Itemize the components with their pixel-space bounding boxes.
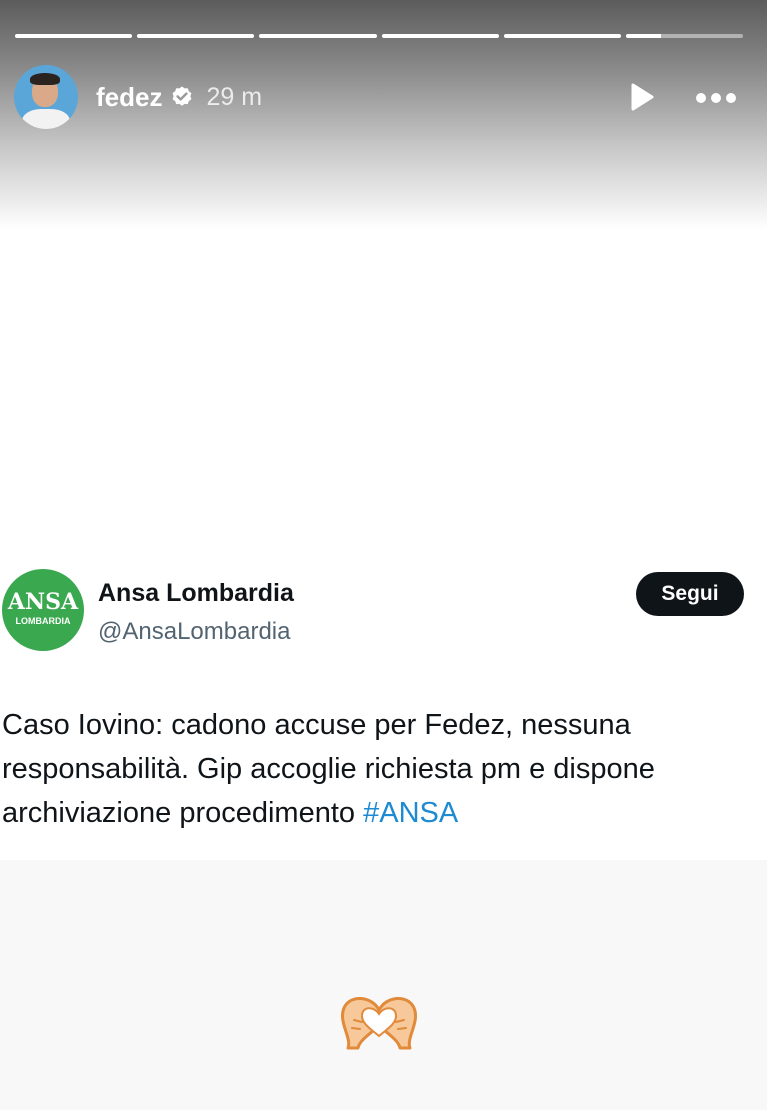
hashtag-link[interactable]: #ANSA <box>363 797 458 829</box>
tweet-text-line: responsabilità. Gip accoglie richiesta p… <box>2 753 655 785</box>
progress-segment-fill <box>381 34 499 38</box>
progress-segment-fill <box>625 34 661 38</box>
progress-segment <box>259 34 377 38</box>
story-background-bottom <box>0 860 767 1110</box>
progress-segment-fill <box>503 34 621 38</box>
tweet-card[interactable]: ANSA LOMBARDIA Ansa Lombardia @AnsaLomba… <box>0 545 767 855</box>
story-viewer[interactable]: fedez 29 m ANSA LOMBARDIA Ansa Lombardia… <box>0 0 767 1110</box>
story-header: fedez 29 m <box>14 64 767 130</box>
progress-segment <box>503 34 621 38</box>
follow-button[interactable]: Segui <box>636 572 744 616</box>
logo-text: ANSA <box>7 589 79 615</box>
progress-segment <box>137 34 255 38</box>
progress-segment <box>15 34 133 38</box>
progress-segment-fill <box>15 34 133 38</box>
tweet-text-line: archiviazione procedimento #ANSA <box>2 791 762 835</box>
more-options-icon[interactable] <box>694 88 738 108</box>
progress-segment <box>625 34 744 38</box>
progress-segment-fill <box>259 34 377 38</box>
username[interactable]: fedez <box>96 82 162 113</box>
account-handle[interactable]: @AnsaLombardia <box>98 618 290 646</box>
progress-segment <box>381 34 499 38</box>
tweet-text-segment: archiviazione procedimento <box>2 797 364 829</box>
account-name[interactable]: Ansa Lombardia <box>98 579 294 608</box>
story-progress-bar <box>15 34 744 38</box>
user-avatar[interactable] <box>14 65 78 129</box>
progress-segment-fill <box>137 34 255 38</box>
ansa-logo[interactable]: ANSA LOMBARDIA <box>2 569 84 651</box>
tweet-text-line: Caso Iovino: cadono accuse per Fedez, ne… <box>2 709 631 741</box>
heart-hands-emoji[interactable] <box>336 992 422 1052</box>
verified-badge-icon <box>173 86 192 106</box>
logo-subtext: LOMBARDIA <box>15 616 71 626</box>
post-time: 29 m <box>206 82 263 111</box>
tweet-text: Caso Iovino: cadono accuse per Fedez, ne… <box>2 703 762 835</box>
play-icon[interactable] <box>626 82 656 112</box>
